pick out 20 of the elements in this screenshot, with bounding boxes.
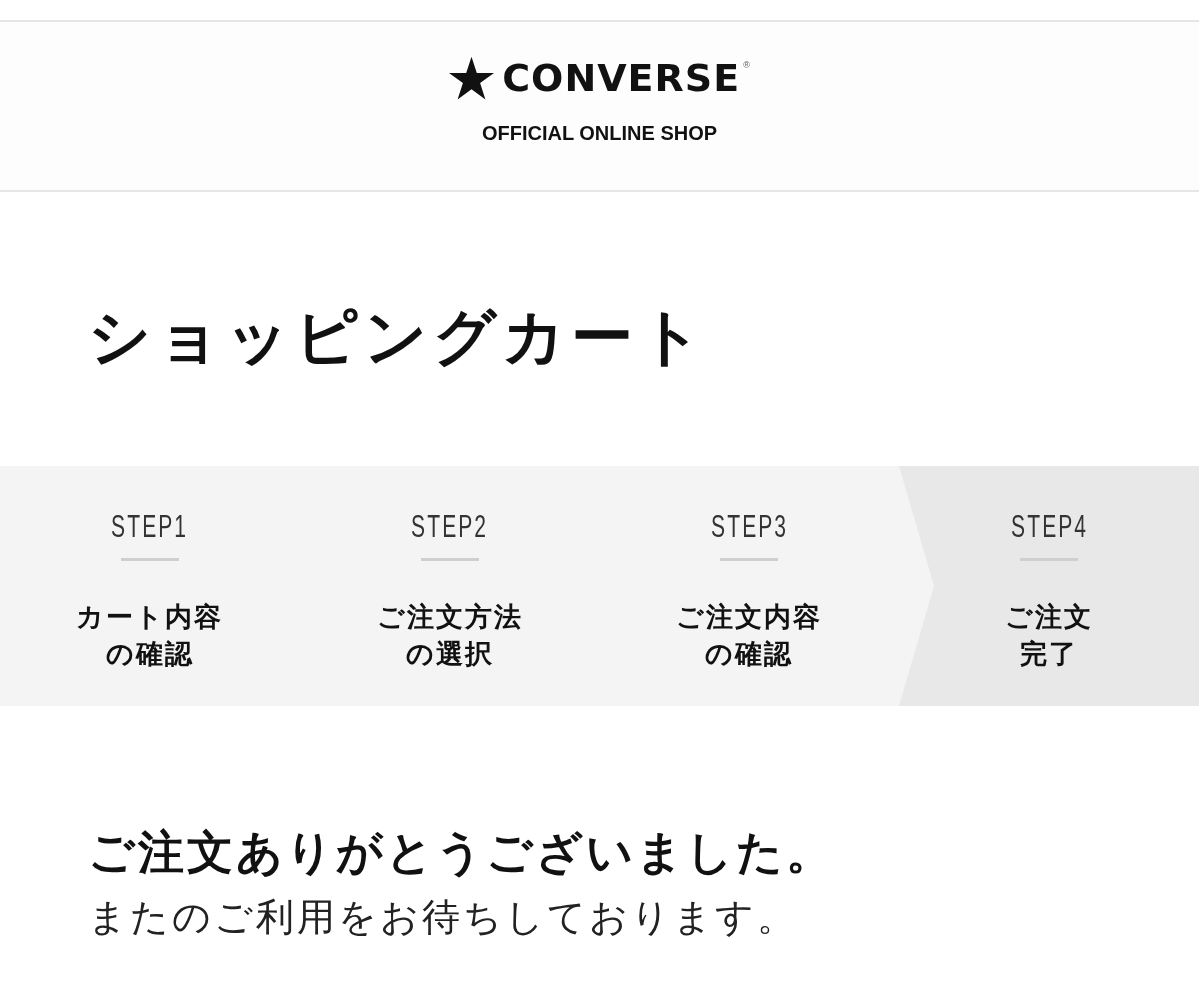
- step-label: カート内容: [76, 601, 224, 634]
- step-label: ご注文: [1005, 601, 1094, 634]
- shop-tagline: OFFICIAL ONLINE SHOP: [481, 121, 718, 145]
- step-label: の確認: [105, 638, 194, 671]
- step-label: の確認: [705, 638, 794, 671]
- thank-you-heading: ご注文ありがとうございました。: [88, 825, 835, 880]
- step-label: 完了: [1020, 638, 1079, 671]
- thank-you-message: またのご利用をお待ちしております。: [88, 895, 798, 940]
- step-number: STEP3: [710, 510, 788, 544]
- brand-logo[interactable]: CONVERSE®: [449, 56, 750, 100]
- star-icon: [449, 56, 495, 100]
- logo-wordmark: CONVERSE: [502, 56, 741, 100]
- registered-mark: ®: [743, 60, 750, 70]
- page-title: ショッピングカート: [88, 301, 708, 373]
- step-number: STEP2: [411, 510, 489, 544]
- step-label: ご注文方法: [376, 601, 523, 634]
- step-label: の選択: [405, 638, 494, 671]
- step-label: ご注文内容: [676, 601, 823, 634]
- step-number: STEP4: [1010, 510, 1088, 544]
- step-number: STEP1: [111, 510, 189, 544]
